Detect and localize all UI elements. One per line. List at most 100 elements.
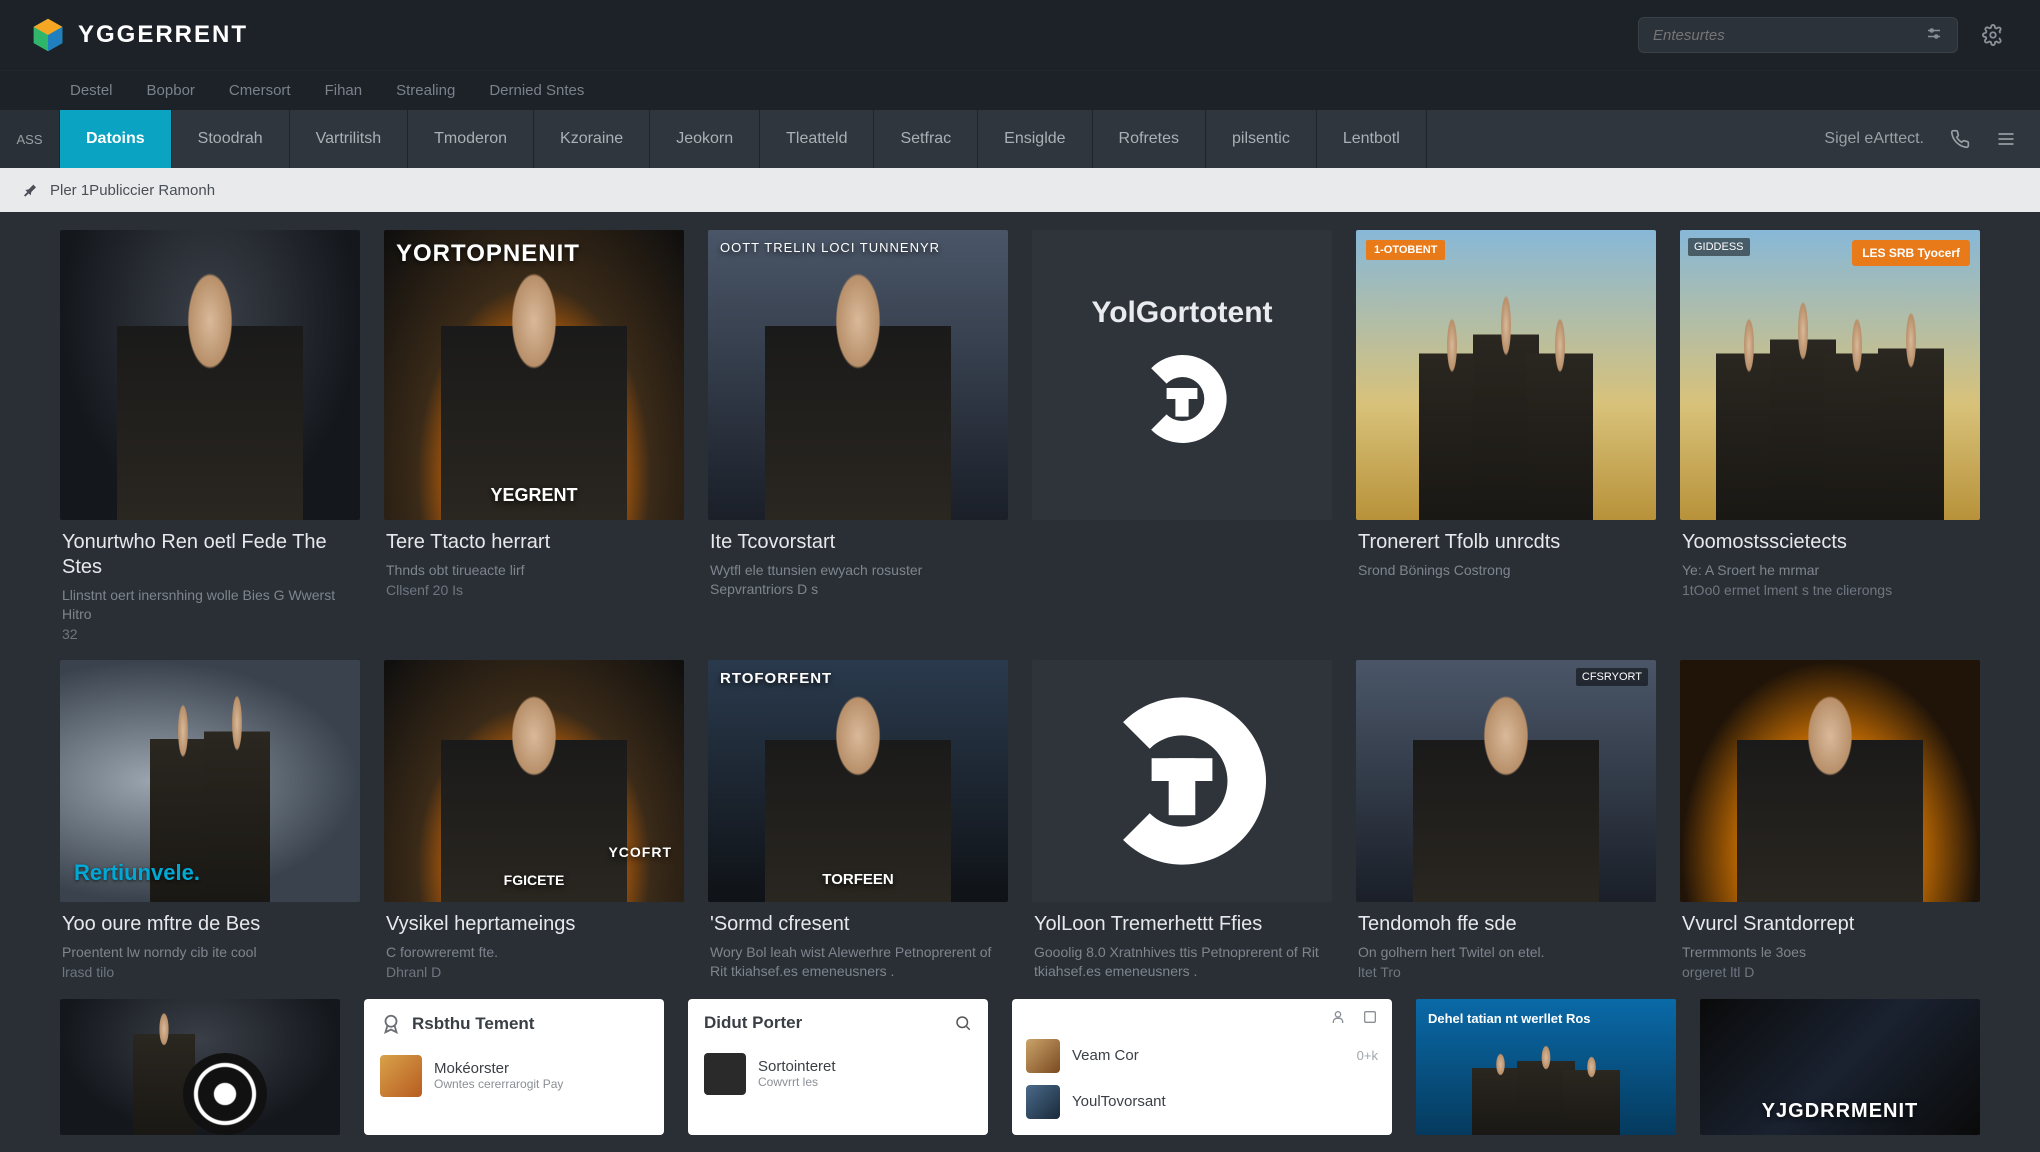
poster: YCOFRT FGICETE	[384, 660, 684, 902]
expand-icon[interactable]	[1362, 1009, 1378, 1025]
gear-icon[interactable]	[1976, 18, 2010, 52]
media-card[interactable]: Vvurcl Srantdorrept Trermmonts le 3oes o…	[1680, 660, 1980, 981]
mini-poster[interactable]	[60, 999, 340, 1135]
badge-icon	[380, 1013, 402, 1035]
panel-recent: Rsbthu Tement Mokéorster Owntes cererrar…	[364, 999, 664, 1135]
tab[interactable]: pilsentic	[1206, 110, 1317, 168]
card-title: Vysikel heprtameings	[386, 912, 682, 937]
media-card[interactable]: YolLoon Tremerhettt Ffies Gooolig 8.0 Xr…	[1032, 660, 1332, 981]
card-title: Tronerert Tfolb unrcdts	[1358, 530, 1654, 555]
media-card[interactable]: YORTOPNENIT YEGRENT Tere Ttacto herrart …	[384, 230, 684, 642]
panel-direct: Didut Porter Sortointeret Cowvrrt les	[688, 999, 988, 1135]
search-box[interactable]	[1638, 17, 1958, 53]
chat-panel: Veam Cor 0+k YoulTovorsant	[1012, 999, 1392, 1135]
users-icon[interactable]	[1332, 1009, 1348, 1025]
poster	[60, 230, 360, 520]
phone-icon[interactable]	[1950, 129, 1970, 149]
poster-brand: FGICETE	[384, 872, 684, 888]
tab[interactable]: Ensiglde	[978, 110, 1092, 168]
poster: RTOFORFENT TORFEEN	[708, 660, 1008, 902]
card-meta: ltet Tro	[1358, 964, 1654, 980]
logo-badge-icon	[1127, 344, 1237, 454]
card-desc: C forowreremt fte.	[386, 943, 682, 962]
tab[interactable]: Setfrac	[874, 110, 978, 168]
mini-poster[interactable]: Dehel tatian nt werllet Ros	[1416, 999, 1676, 1135]
tab[interactable]: Rofretes	[1093, 110, 1206, 168]
card-meta: lrasd tilo	[62, 964, 358, 980]
card-title: 'Sormd cfresent	[710, 912, 1006, 937]
panel-title: Rsbthu Tement	[412, 1014, 534, 1034]
card-desc: Proentent lw norndy cib ite cool	[62, 943, 358, 962]
tab[interactable]: Tleatteld	[760, 110, 874, 168]
poster-subtitle: Rertiunvele.	[74, 860, 200, 886]
media-card[interactable]: RTOFORFENT TORFEEN 'Sormd cfresent Wory …	[708, 660, 1008, 981]
subnav-item[interactable]: Destel	[70, 82, 113, 99]
tab[interactable]: Jeokorn	[650, 110, 760, 168]
panel-item-title: Mokéorster	[434, 1060, 563, 1077]
orange-badge: LES SRB Tyocerf	[1852, 240, 1970, 266]
settings-slider-icon[interactable]	[1925, 26, 1943, 44]
logo[interactable]: YGGERRENT	[30, 17, 248, 53]
poster-overlay-title: YJGDRRMENIT	[1712, 1100, 1968, 1123]
card-title: Tendomoh ffe sde	[1358, 912, 1654, 937]
card-title: Tere Ttacto herrart	[386, 530, 682, 555]
corner-tag: GIDDESS	[1688, 238, 1750, 256]
hero-box: YolGortotent	[1032, 230, 1332, 520]
card-title: YolLoon Tremerhettt Ffies	[1034, 912, 1330, 937]
card-meta: orgeret ltl D	[1682, 964, 1978, 980]
chat-row[interactable]: YoulTovorsant	[1026, 1079, 1378, 1125]
poster: LES SRB Tyocerf GIDDESS	[1680, 230, 1980, 520]
tab-bar: ASS Datoins Stoodrah Vartrilitsh Tmodero…	[0, 110, 2040, 168]
subnav-item[interactable]: Bopbor	[147, 82, 195, 99]
poster: YORTOPNENIT YEGRENT	[384, 230, 684, 520]
card-desc: Ye: A Sroert he mrmar	[1682, 561, 1978, 580]
thumb	[380, 1055, 422, 1097]
media-card[interactable]: YCOFRT FGICETE Vysikel heprtameings C fo…	[384, 660, 684, 981]
menu-icon[interactable]	[1996, 129, 2016, 149]
chat-name: YoulTovorsant	[1072, 1093, 1166, 1110]
panel-item[interactable]: Sortointeret Cowvrrt les	[704, 1047, 972, 1101]
tab[interactable]: Datoins	[60, 110, 172, 168]
card-desc: Srond Bönings Costrong	[1358, 561, 1654, 580]
media-card[interactable]: Rertiunvele. Yoo oure mftre de Bes Proen…	[60, 660, 360, 981]
card-title: Yoomostsscietects	[1682, 530, 1978, 555]
orange-chip: 1-OTOBENT	[1366, 240, 1445, 260]
media-card[interactable]: OOTT TRELIN LOCI TUNNENYR Ite Tcovorstar…	[708, 230, 1008, 642]
media-card[interactable]: LES SRB Tyocerf GIDDESS Yoomostsscietect…	[1680, 230, 1980, 642]
tab[interactable]: Lentbotl	[1317, 110, 1427, 168]
chat-name: Veam Cor	[1072, 1047, 1139, 1064]
media-card[interactable]: CFSRYORT Tendomoh ffe sde On golhern her…	[1356, 660, 1656, 981]
card-desc: Wory Bol leah wist Alewerhre Petnopreren…	[710, 943, 1006, 981]
poster-overlay-title: YORTOPNENIT	[396, 240, 672, 268]
chat-row[interactable]: Veam Cor 0+k	[1026, 1033, 1378, 1079]
tab[interactable]: Vartrilitsh	[290, 110, 409, 168]
card-desc: Gooolig 8.0 Xratnhives ttis Petnoprerent…	[1034, 943, 1330, 981]
media-card[interactable]: Yonurtwho Ren oetl Fede The Stes Llinstn…	[60, 230, 360, 642]
subnav-item[interactable]: Fihan	[325, 82, 363, 99]
chat-meta: 0+k	[1357, 1048, 1378, 1063]
poster: 1-OTOBENT	[1356, 230, 1656, 520]
card-desc: Trermmonts le 3oes	[1682, 943, 1978, 962]
breadcrumb-text: Pler 1Publiccier Ramonh	[50, 182, 215, 199]
tab-first[interactable]: ASS	[0, 110, 60, 168]
panel-item-title: Sortointeret	[758, 1058, 836, 1075]
tab[interactable]: Tmoderon	[408, 110, 534, 168]
poster-overlay-title: OOTT TRELIN LOCI TUNNENYR	[720, 240, 996, 255]
bottom-row: Rsbthu Tement Mokéorster Owntes cererrar…	[0, 999, 2040, 1135]
subnav-item[interactable]: Cmersort	[229, 82, 291, 99]
tab[interactable]: Kzoraine	[534, 110, 650, 168]
mini-poster[interactable]: YJGDRRMENIT	[1700, 999, 1980, 1135]
media-card[interactable]: 1-OTOBENT Tronerert Tfolb unrcdts Srond …	[1356, 230, 1656, 642]
content-grid: Yonurtwho Ren oetl Fede The Stes Llinstn…	[0, 212, 2040, 981]
search-input[interactable]	[1653, 27, 1925, 44]
subnav-item[interactable]: Dernied Sntes	[489, 82, 584, 99]
panel-item[interactable]: Mokéorster Owntes cererrarogit Pay	[380, 1049, 648, 1103]
main-header: YGGERRENT	[0, 0, 2040, 70]
hero-badge	[1032, 660, 1332, 902]
tab-right-label[interactable]: Sigel eArttect.	[1824, 130, 1924, 148]
tab[interactable]: Stoodrah	[172, 110, 290, 168]
card-desc: On golhern hert Twitel on etel.	[1358, 943, 1654, 962]
card-title: Ite Tcovorstart	[710, 530, 1006, 555]
search-icon[interactable]	[954, 1014, 972, 1032]
subnav-item[interactable]: Strealing	[396, 82, 455, 99]
